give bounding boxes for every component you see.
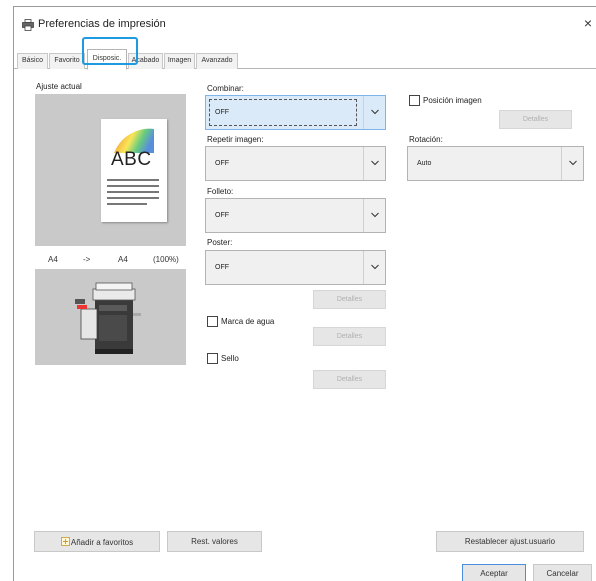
folleto-value: OFF	[215, 212, 229, 219]
chevron-down-icon[interactable]	[363, 96, 385, 129]
poster-details-button[interactable]: Detalles	[313, 290, 386, 309]
folleto-select[interactable]: OFF	[205, 198, 386, 233]
active-tab-highlight	[82, 37, 138, 65]
poster-label: Poster:	[207, 238, 233, 247]
chevron-down-icon[interactable]	[363, 147, 385, 180]
page-preview: ABC	[35, 94, 186, 246]
text-line	[107, 203, 147, 205]
window-title: Preferencias de impresión	[38, 18, 166, 30]
repetir-label: Repetir imagen:	[207, 135, 264, 144]
combinar-value: OFF	[215, 109, 229, 116]
restore-user-settings-button[interactable]: Restablecer ajust.usuario	[436, 531, 584, 552]
size-readout: A4 -> A4 (100%)	[35, 255, 186, 267]
combinar-label: Combinar:	[207, 84, 244, 93]
text-line	[107, 197, 159, 199]
marca-agua-label: Marca de agua	[221, 317, 275, 326]
chevron-down-icon[interactable]	[363, 199, 385, 232]
size-from: A4	[48, 255, 58, 264]
size-to: A4	[118, 255, 128, 264]
paper-sample-text: ABC	[111, 149, 152, 170]
printer-icon	[22, 19, 34, 31]
folleto-label: Folleto:	[207, 187, 234, 196]
printer-image	[35, 269, 186, 365]
cancel-button[interactable]: Cancelar	[533, 564, 592, 581]
chevron-down-icon[interactable]	[363, 251, 385, 284]
text-line	[107, 191, 159, 193]
title-bar: Preferencias de impresión ×	[14, 7, 596, 41]
printer-machine-icon	[75, 282, 141, 354]
paper-preview: ABC	[101, 119, 167, 222]
sello-label: Sello	[221, 354, 239, 363]
sello-details-button[interactable]: Detalles	[313, 370, 386, 389]
tab-avanzado[interactable]: Avanzado	[196, 53, 238, 69]
favorite-add-icon	[60, 537, 70, 546]
rotacion-value: Auto	[417, 160, 432, 167]
rotacion-select[interactable]: Auto	[407, 146, 584, 181]
marca-agua-checkbox[interactable]	[207, 316, 218, 327]
text-line	[107, 185, 159, 187]
posicion-details-button[interactable]: Detalles	[499, 110, 572, 129]
repetir-value: OFF	[215, 160, 229, 167]
combinar-select[interactable]: OFF	[205, 95, 386, 130]
add-favorite-button[interactable]: Añadir a favoritos	[34, 531, 160, 552]
poster-select[interactable]: OFF	[205, 250, 386, 285]
rotacion-label: Rotación:	[409, 135, 443, 144]
chevron-down-icon[interactable]	[561, 147, 583, 180]
reset-values-button[interactable]: Rest. valores	[167, 531, 262, 552]
close-icon[interactable]: ×	[581, 15, 595, 31]
size-arrow: ->	[83, 255, 91, 264]
add-favorite-label: Añadir a favoritos	[70, 538, 134, 547]
text-line	[107, 179, 159, 181]
marca-agua-details-button[interactable]: Detalles	[313, 327, 386, 346]
poster-value: OFF	[215, 264, 229, 271]
tab-basico[interactable]: Básico	[17, 53, 48, 69]
size-scale: (100%)	[153, 255, 179, 264]
sello-checkbox[interactable]	[207, 353, 218, 364]
ok-button[interactable]: Aceptar	[462, 564, 526, 581]
posicion-checkbox[interactable]	[409, 95, 420, 106]
tab-imagen[interactable]: Imagen	[164, 53, 195, 69]
posicion-label: Posición imagen	[423, 96, 482, 105]
tab-favorito[interactable]: Favorito	[49, 53, 85, 69]
print-preferences-dialog: Preferencias de impresión × Básico Favor…	[13, 6, 596, 581]
repetir-select[interactable]: OFF	[205, 146, 386, 181]
preview-label: Ajuste actual	[36, 82, 82, 91]
